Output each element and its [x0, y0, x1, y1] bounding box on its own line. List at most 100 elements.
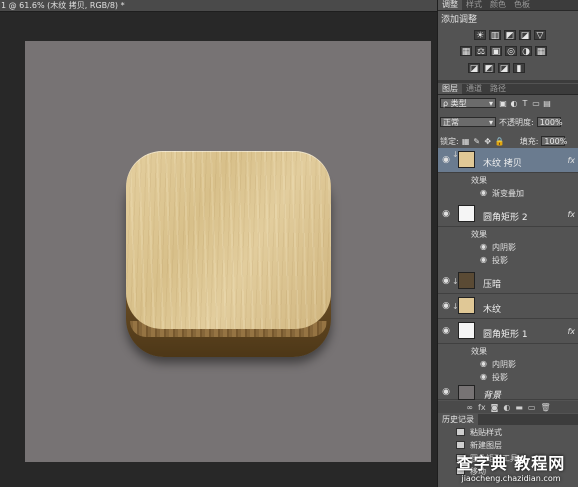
effect-label: 内阴影: [492, 243, 516, 252]
layer-thumbnail: [458, 385, 475, 400]
tab-paths[interactable]: 路径: [486, 84, 510, 94]
layer-name: 木纹: [483, 305, 502, 315]
black-white-icon[interactable]: ▣: [490, 46, 502, 57]
visibility-eye-icon[interactable]: ◉: [441, 276, 451, 286]
effect-drop-shadow[interactable]: ◉ 投影: [438, 255, 578, 267]
add-mask-icon[interactable]: ◙: [491, 403, 499, 412]
tab-layers[interactable]: 图层: [438, 84, 462, 94]
opacity-field[interactable]: 100%: [536, 117, 563, 127]
visibility-eye-icon[interactable]: ◉: [441, 209, 451, 219]
posterize-icon[interactable]: ◩: [483, 63, 495, 74]
photo-filter-icon[interactable]: ◎: [505, 46, 517, 57]
layer-rounded-rect-2[interactable]: ◉ 圆角矩形 2 fx: [438, 202, 578, 227]
add-style-icon[interactable]: fx: [478, 403, 486, 412]
layer-name: 木纹 拷贝: [483, 159, 522, 169]
watermark-main: 查字典 教程网: [456, 454, 566, 473]
chevron-down-icon: ▾: [488, 118, 493, 127]
blend-row: 正常 ▾ 不透明度: 100%: [440, 116, 577, 128]
site-watermark: 查字典 教程网 jiaocheng.chazidian.com: [446, 450, 576, 486]
shape-filter-icon[interactable]: ▭: [532, 99, 540, 108]
lock-transparent-icon[interactable]: ▦: [462, 137, 470, 146]
new-layer-icon[interactable]: ▭: [528, 403, 536, 412]
pixel-filter-icon[interactable]: ▣: [499, 99, 507, 108]
levels-icon[interactable]: ▥: [489, 30, 501, 41]
layer-background[interactable]: ◉ 背景: [438, 385, 578, 401]
history-item[interactable]: 粘贴样式: [438, 426, 578, 439]
layer-thumbnail: [458, 322, 475, 339]
adjustments-row-3: ◪ ◩ ◪ ▮: [468, 63, 525, 74]
eye-icon[interactable]: ◉: [480, 372, 487, 381]
tab-styles[interactable]: 样式: [462, 0, 486, 10]
layer-wood[interactable]: ◉ ↓ 木纹: [438, 294, 578, 319]
eye-icon[interactable]: ◉: [480, 242, 487, 251]
visibility-eye-icon[interactable]: ◉: [441, 155, 451, 165]
blend-mode-select[interactable]: 正常 ▾: [440, 117, 496, 127]
chevron-down-icon: ▾: [488, 99, 493, 108]
exposure-icon[interactable]: ◪: [519, 30, 531, 41]
fill-field[interactable]: 100%: [541, 136, 567, 146]
hue-saturation-icon[interactable]: ▦: [460, 46, 472, 57]
layer-thumbnail: [458, 297, 475, 314]
effect-label: 投影: [492, 256, 508, 265]
layer-rounded-rect-1[interactable]: ◉ 圆角矩形 1 fx: [438, 319, 578, 344]
color-balance-icon[interactable]: ⚖: [475, 46, 487, 57]
fx-icon[interactable]: fx: [567, 210, 575, 219]
fx-icon[interactable]: fx: [567, 156, 575, 165]
effect-inner-shadow[interactable]: ◉ 内阴影: [438, 359, 578, 371]
layer-name: 圆角矩形 1: [483, 330, 528, 340]
layers-list: ◉ ↓ 木纹 拷贝 fx 效果 ◉ 渐变叠加 ◉ 圆角矩形 2 fx 效果 ◉ …: [438, 148, 578, 401]
layer-name: 背景: [483, 391, 502, 401]
effect-gradient-overlay[interactable]: ◉ 渐变叠加: [438, 188, 578, 200]
tab-color[interactable]: 颜色: [486, 0, 510, 10]
fx-icon[interactable]: fx: [567, 327, 575, 336]
adjustments-row-1: ☀ ▥ ◩ ◪ ▽: [474, 30, 546, 41]
curves-icon[interactable]: ◩: [504, 30, 516, 41]
vibrance-icon[interactable]: ▽: [534, 30, 546, 41]
effect-drop-shadow[interactable]: ◉ 投影: [438, 372, 578, 384]
new-group-icon[interactable]: ▬: [515, 403, 523, 412]
tab-channels[interactable]: 通道: [462, 84, 486, 94]
document-tab[interactable]: 1 @ 61.6% (木纹 拷贝, RGB/8) *: [0, 0, 437, 12]
tab-adjustments[interactable]: 调整: [438, 0, 462, 10]
invert-icon[interactable]: ◪: [468, 63, 480, 74]
layer-name: 压暗: [483, 280, 502, 290]
effect-inner-shadow[interactable]: ◉ 内阴影: [438, 242, 578, 254]
link-layers-icon[interactable]: ∞: [466, 403, 473, 412]
lock-position-icon[interactable]: ✥: [484, 137, 492, 146]
adjustment-filter-icon[interactable]: ◐: [510, 99, 518, 108]
layer-darken[interactable]: ◉ ↓ 压暗: [438, 269, 578, 294]
channel-mixer-icon[interactable]: ◑: [520, 46, 532, 57]
layer-filter-row: ρ 类型 ▾ ▣ ◐ T ▭ ▤: [440, 97, 577, 109]
brightness-icon[interactable]: ☀: [474, 30, 486, 41]
history-tabbar: 历史记录: [438, 414, 578, 425]
eye-icon[interactable]: ◉: [480, 359, 487, 368]
history-state-icon: [456, 441, 465, 449]
icon-wood-face: [126, 151, 331, 329]
gradient-map-icon[interactable]: ▮: [513, 63, 525, 74]
eye-icon[interactable]: ◉: [480, 188, 487, 197]
wood-app-icon: [126, 151, 331, 357]
new-adjustment-icon[interactable]: ◐: [503, 403, 510, 412]
effect-label: 渐变叠加: [492, 189, 524, 198]
effect-label: 内阴影: [492, 360, 516, 369]
layer-filter-select[interactable]: ρ 类型 ▾: [440, 98, 496, 108]
type-filter-icon[interactable]: T: [521, 99, 529, 108]
tab-history[interactable]: 历史记录: [438, 414, 478, 425]
layer-wood-copy[interactable]: ◉ ↓ 木纹 拷贝 fx: [438, 148, 578, 173]
threshold-icon[interactable]: ◪: [498, 63, 510, 74]
smart-object-filter-icon[interactable]: ▤: [543, 99, 551, 108]
visibility-eye-icon[interactable]: ◉: [441, 387, 451, 397]
eye-icon[interactable]: ◉: [480, 255, 487, 264]
lock-all-icon[interactable]: 🔒: [495, 137, 505, 146]
lock-image-icon[interactable]: ✎: [473, 137, 481, 146]
delete-layer-icon[interactable]: 🗑: [540, 403, 550, 412]
visibility-eye-icon[interactable]: ◉: [441, 301, 451, 311]
fill-label: 填充:: [519, 136, 539, 146]
color-lookup-icon[interactable]: ▦: [535, 46, 547, 57]
effects-label: 效果: [471, 230, 487, 239]
visibility-eye-icon[interactable]: ◉: [441, 326, 451, 336]
layer-filter-value: ρ 类型: [443, 99, 467, 108]
opacity-label: 不透明度:: [499, 117, 534, 127]
tab-swatches[interactable]: 色板: [510, 0, 534, 10]
canvas[interactable]: [25, 41, 431, 462]
